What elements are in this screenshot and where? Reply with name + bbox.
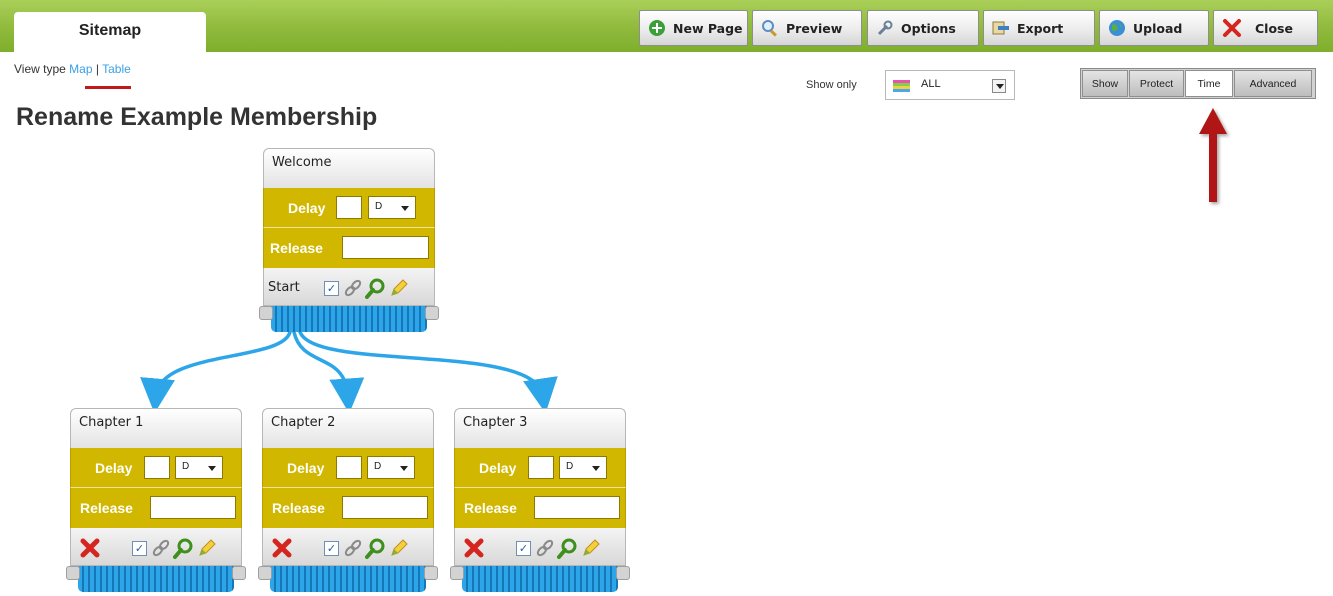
delay-label: Delay — [479, 460, 517, 476]
delay-unit-select[interactable]: D — [559, 456, 607, 479]
node-children-handle[interactable] — [450, 566, 630, 592]
node-children-handle[interactable] — [66, 566, 246, 592]
node-delay-row: Delay D — [263, 188, 435, 228]
start-label: Start — [268, 280, 300, 295]
connector-chapter-3 — [298, 330, 558, 414]
delete-icon[interactable] — [79, 537, 101, 559]
edit-icon[interactable] — [388, 537, 410, 559]
node-title: Chapter 2 — [262, 408, 434, 448]
release-input[interactable] — [342, 236, 429, 259]
node-footer: Start ✓ — [263, 268, 435, 306]
release-input[interactable] — [150, 496, 236, 519]
node-delay-row: Delay D — [70, 448, 242, 488]
node-title: Chapter 1 — [70, 408, 242, 448]
delay-input[interactable] — [336, 456, 362, 479]
node-footer: ✓ — [454, 528, 626, 566]
delete-icon[interactable] — [271, 537, 293, 559]
release-label: Release — [270, 240, 323, 256]
link-icon[interactable] — [342, 277, 364, 299]
node-title: Chapter 3 — [454, 408, 626, 448]
node-release-row: Release — [70, 488, 242, 528]
node-release-row: Release — [454, 488, 626, 528]
release-label: Release — [80, 500, 133, 516]
search-icon[interactable] — [365, 277, 387, 299]
delay-unit-select[interactable]: D — [175, 456, 223, 479]
delay-input[interactable] — [528, 456, 554, 479]
delay-unit-select[interactable]: D — [368, 196, 416, 219]
link-icon[interactable] — [534, 537, 556, 559]
delay-label: Delay — [288, 200, 326, 216]
connector-chapter-1 — [140, 330, 292, 414]
edit-icon[interactable] — [196, 537, 218, 559]
node-children-handle[interactable] — [258, 566, 438, 592]
sitemap-node-chapter-3[interactable]: Chapter 3 Delay D Release ✓ — [450, 408, 630, 592]
edit-icon[interactable] — [580, 537, 602, 559]
connector-chapter-2 — [292, 330, 365, 414]
search-icon[interactable] — [557, 537, 579, 559]
sitemap-node-chapter-2[interactable]: Chapter 2 Delay D Release ✓ — [258, 408, 438, 592]
node-footer: ✓ — [262, 528, 434, 566]
checkbox-icon[interactable]: ✓ — [132, 541, 147, 556]
search-icon[interactable] — [173, 537, 195, 559]
search-icon[interactable] — [365, 537, 387, 559]
edit-icon[interactable] — [388, 277, 410, 299]
checkbox-icon[interactable]: ✓ — [516, 541, 531, 556]
checkbox-icon[interactable]: ✓ — [324, 541, 339, 556]
link-icon[interactable] — [150, 537, 172, 559]
delay-label: Delay — [287, 460, 325, 476]
node-delay-row: Delay D — [454, 448, 626, 488]
sitemap-node-welcome[interactable]: Welcome Delay D Release Start ✓ — [259, 148, 439, 332]
delay-input[interactable] — [336, 196, 362, 219]
node-release-row: Release — [262, 488, 434, 528]
delay-unit-select[interactable]: D — [367, 456, 415, 479]
node-footer: ✓ — [70, 528, 242, 566]
node-title: Welcome — [263, 148, 435, 188]
delay-input[interactable] — [144, 456, 170, 479]
delete-icon[interactable] — [463, 537, 485, 559]
node-delay-row: Delay D — [262, 448, 434, 488]
release-input[interactable] — [534, 496, 620, 519]
release-input[interactable] — [342, 496, 428, 519]
node-children-handle[interactable] — [259, 306, 439, 332]
release-label: Release — [272, 500, 325, 516]
node-release-row: Release — [263, 228, 435, 268]
release-label: Release — [464, 500, 517, 516]
sitemap-node-chapter-1[interactable]: Chapter 1 Delay D Release ✓ — [66, 408, 246, 592]
delay-label: Delay — [95, 460, 133, 476]
link-icon[interactable] — [342, 537, 364, 559]
checkbox-icon[interactable]: ✓ — [324, 281, 339, 296]
